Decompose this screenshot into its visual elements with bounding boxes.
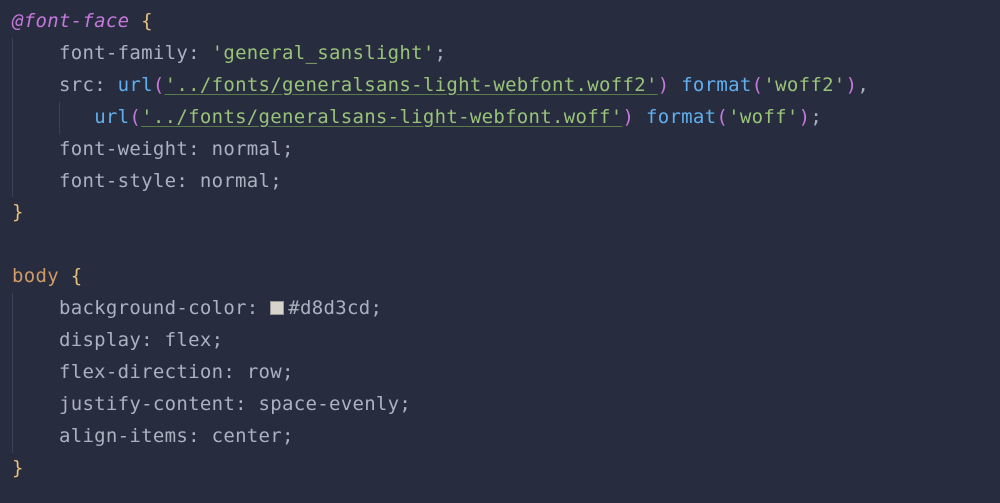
indent-guide bbox=[12, 357, 13, 389]
hex-color: #d8d3cd bbox=[288, 297, 370, 319]
property-font-family: font-family bbox=[59, 42, 188, 64]
func-format: format bbox=[646, 106, 716, 128]
colon: : bbox=[188, 138, 211, 160]
value-normal: normal bbox=[200, 170, 270, 192]
url-string: '../fonts/generalsans-light-webfont.woff… bbox=[141, 106, 622, 128]
paren-open: ( bbox=[153, 74, 165, 96]
indent-guide bbox=[12, 38, 13, 70]
format-string: 'woff' bbox=[728, 106, 798, 128]
code-line-14[interactable]: align-items: center; bbox=[12, 421, 988, 453]
indent-guide bbox=[12, 389, 13, 421]
property-src: src bbox=[59, 74, 94, 96]
code-line-7[interactable]: } bbox=[12, 197, 988, 229]
code-line-4[interactable]: url('../fonts/generalsans-light-webfont.… bbox=[12, 102, 988, 134]
semicolon: ; bbox=[270, 170, 282, 192]
format-string: 'woff2' bbox=[763, 74, 845, 96]
value-center: center bbox=[212, 425, 282, 447]
indent-guide bbox=[59, 102, 60, 134]
brace-open: { bbox=[129, 10, 152, 32]
indent-guide bbox=[12, 134, 13, 166]
paren-open: ( bbox=[752, 74, 764, 96]
url-string: '../fonts/generalsans-light-webfont.woff… bbox=[165, 74, 658, 96]
code-line-12[interactable]: flex-direction: row; bbox=[12, 357, 988, 389]
indent-guide bbox=[12, 421, 13, 453]
selector-body: body bbox=[12, 265, 59, 287]
colon: : bbox=[94, 74, 117, 96]
property-font-weight: font-weight bbox=[59, 138, 188, 160]
semicolon: ; bbox=[282, 361, 294, 383]
semicolon: ; bbox=[282, 425, 294, 447]
property-justify-content: justify-content bbox=[59, 393, 235, 415]
color-swatch[interactable] bbox=[270, 301, 284, 315]
value-space-evenly: space-evenly bbox=[259, 393, 400, 415]
code-line-13[interactable]: justify-content: space-evenly; bbox=[12, 389, 988, 421]
colon: : bbox=[188, 425, 211, 447]
code-line-1[interactable]: @font-face { bbox=[12, 6, 988, 38]
indent-guide bbox=[12, 325, 13, 357]
func-url: url bbox=[94, 106, 129, 128]
code-line-15[interactable]: } bbox=[12, 453, 988, 485]
indent-guide bbox=[12, 166, 13, 198]
colon: : bbox=[176, 170, 199, 192]
semicolon: ; bbox=[399, 393, 411, 415]
indent-guide bbox=[12, 70, 13, 102]
brace-close: } bbox=[12, 457, 24, 479]
code-line-6[interactable]: font-style: normal; bbox=[12, 166, 988, 198]
property-display: display bbox=[59, 329, 141, 351]
brace-close: } bbox=[12, 201, 24, 223]
semicolon: ; bbox=[212, 329, 224, 351]
code-line-9[interactable]: body { bbox=[12, 261, 988, 293]
func-url: url bbox=[118, 74, 153, 96]
property-flex-direction: flex-direction bbox=[59, 361, 223, 383]
func-format: format bbox=[681, 74, 751, 96]
value-normal: normal bbox=[212, 138, 282, 160]
property-background-color: background-color bbox=[59, 297, 247, 319]
string-value: 'general_sanslight' bbox=[212, 42, 435, 64]
comma: , bbox=[857, 74, 869, 96]
colon: : bbox=[247, 297, 270, 319]
indent-guide bbox=[12, 293, 13, 325]
paren-open: ( bbox=[129, 106, 141, 128]
code-line-8-blank[interactable] bbox=[12, 229, 988, 261]
code-line-3[interactable]: src: url('../fonts/generalsans-light-web… bbox=[12, 70, 988, 102]
code-line-11[interactable]: display: flex; bbox=[12, 325, 988, 357]
colon: : bbox=[188, 42, 211, 64]
semicolon: ; bbox=[435, 42, 447, 64]
colon: : bbox=[141, 329, 164, 351]
paren-open: ( bbox=[716, 106, 728, 128]
property-font-style: font-style bbox=[59, 170, 176, 192]
colon: : bbox=[235, 393, 258, 415]
code-editor[interactable]: @font-face { font-family: 'general_sansl… bbox=[12, 6, 988, 485]
property-align-items: align-items bbox=[59, 425, 188, 447]
code-line-10[interactable]: background-color: #d8d3cd; bbox=[12, 293, 988, 325]
colon: : bbox=[223, 361, 246, 383]
semicolon: ; bbox=[282, 138, 294, 160]
semicolon: ; bbox=[370, 297, 382, 319]
paren-close: ) bbox=[658, 74, 670, 96]
at-rule-font-face: @font-face bbox=[12, 10, 129, 32]
indent-guide bbox=[12, 102, 13, 134]
value-row: row bbox=[247, 361, 282, 383]
paren-close: ) bbox=[799, 106, 811, 128]
value-flex: flex bbox=[165, 329, 212, 351]
paren-close: ) bbox=[622, 106, 634, 128]
paren-close: ) bbox=[846, 74, 858, 96]
code-line-5[interactable]: font-weight: normal; bbox=[12, 134, 988, 166]
semicolon: ; bbox=[810, 106, 822, 128]
brace-open: { bbox=[59, 265, 82, 287]
code-line-2[interactable]: font-family: 'general_sanslight'; bbox=[12, 38, 988, 70]
